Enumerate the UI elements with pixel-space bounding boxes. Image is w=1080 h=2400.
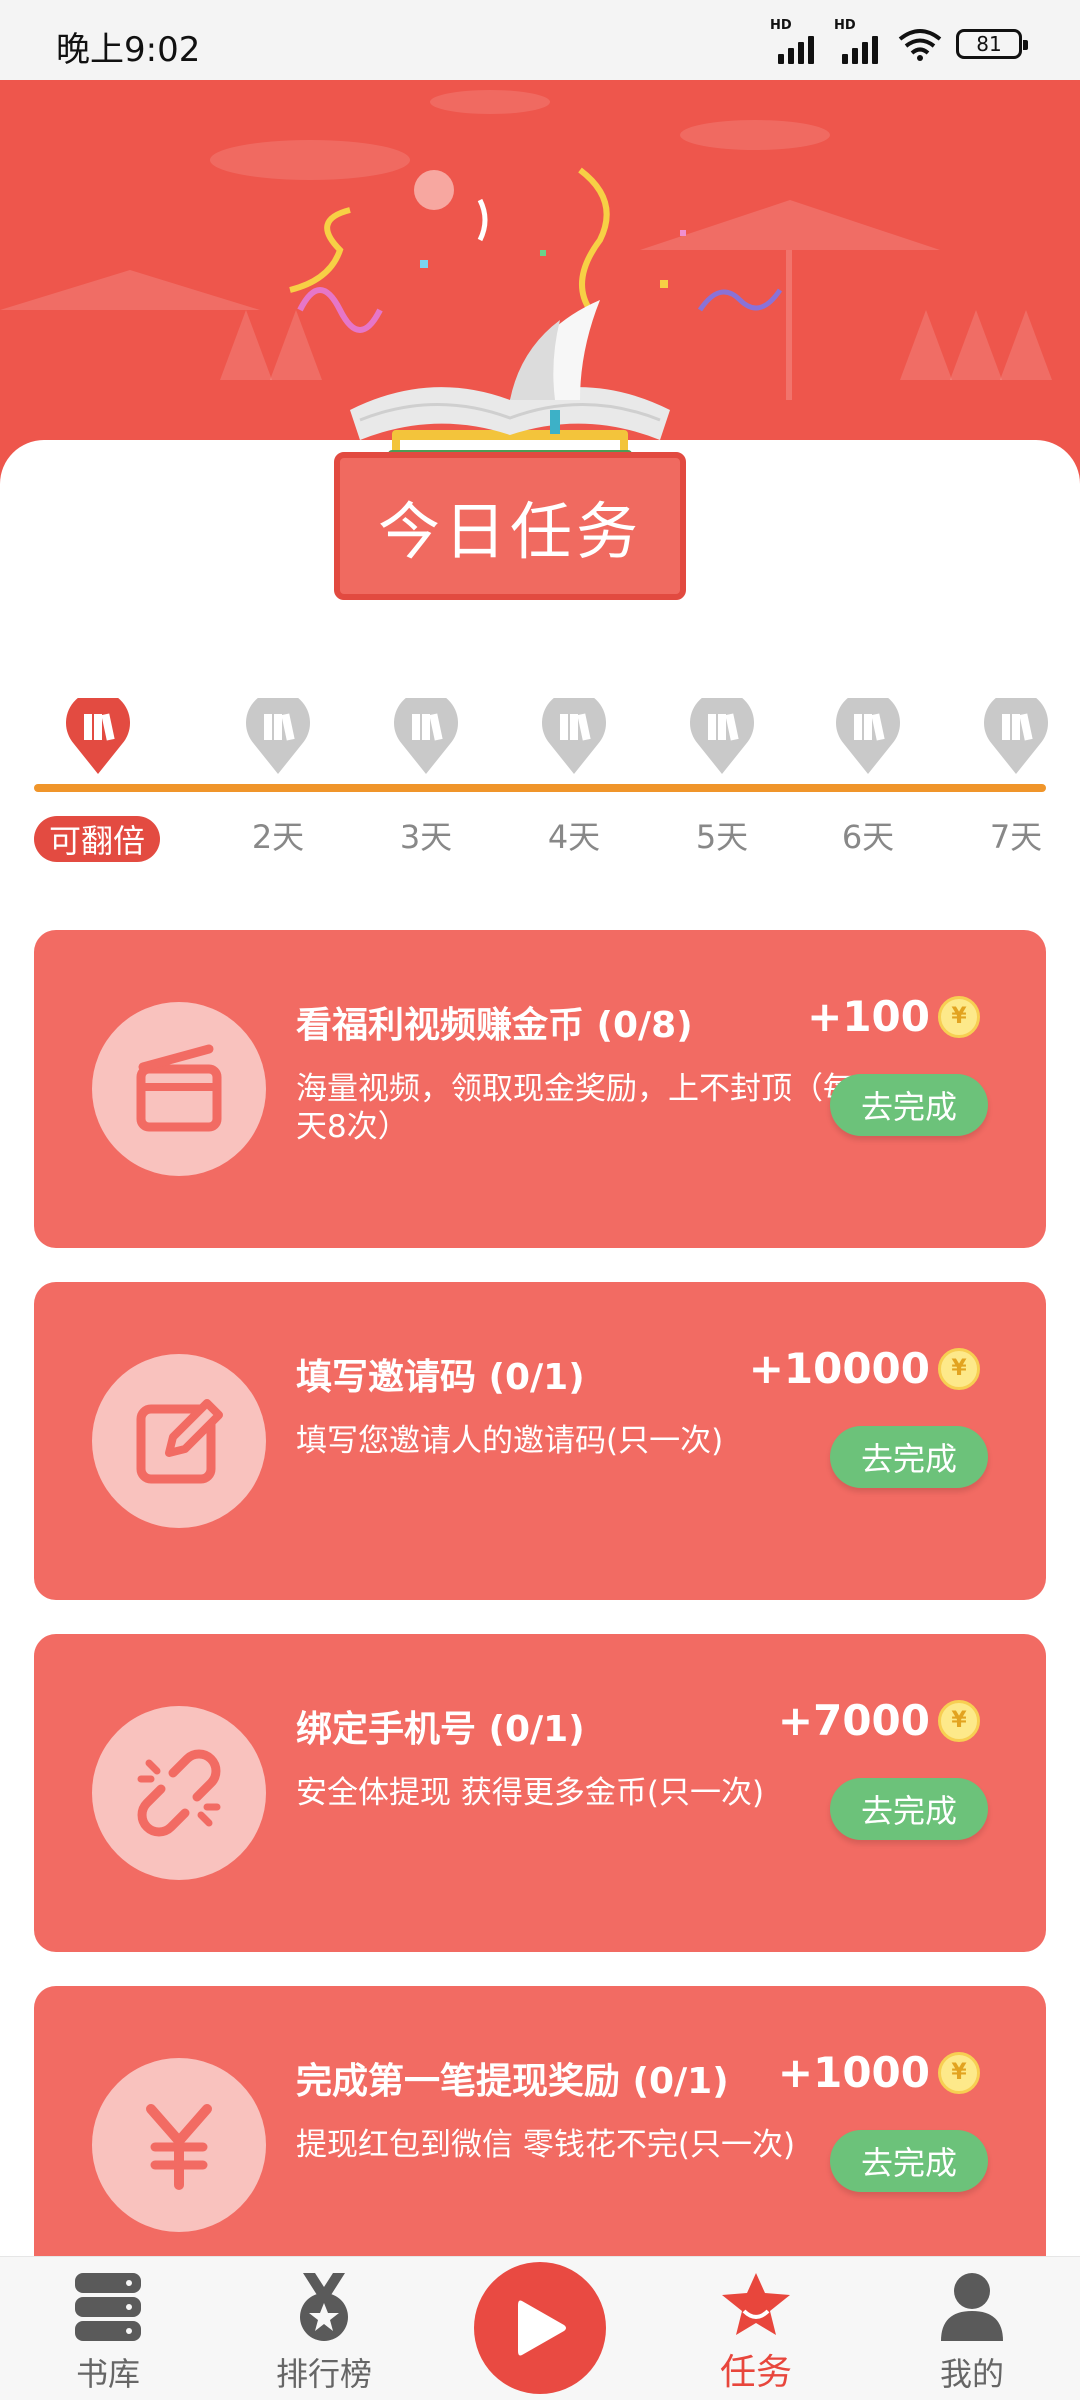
checkin-progress-track	[34, 784, 1046, 792]
task-card: 绑定手机号 (0/1) 安全体提现 获得更多金币(只一次) +7000 ¥ 去完…	[34, 1634, 1046, 1952]
nav-label: 任务	[719, 2352, 792, 2393]
double-reward-label: 可翻倍	[48, 822, 145, 860]
task-card: 填写邀请码 (0/1) 填写您邀请人的邀请码(只一次) +10000 ¥ 去完成	[34, 1282, 1046, 1600]
task-title: 填写邀请码 (0/1)	[296, 1357, 585, 1398]
play-button[interactable]	[474, 2262, 606, 2394]
task-title: 看福利视频赚金币 (0/8)	[296, 1005, 693, 1046]
coin-icon: ¥	[938, 2051, 980, 2094]
star-icon	[722, 2273, 790, 2335]
task-title: 完成第一笔提现奖励 (0/1)	[296, 2061, 729, 2102]
hd-label: HD	[770, 18, 792, 33]
day-label: 2天	[251, 818, 305, 856]
task-description: 填写您邀请人的邀请码(只一次)	[296, 1423, 724, 1459]
nav-item-library[interactable]: 书库	[38, 2271, 178, 2395]
checkin-pin-active	[66, 698, 130, 774]
day-label: 3天	[399, 818, 453, 856]
tree-decoration	[900, 310, 952, 380]
checkin-pin	[984, 698, 1048, 774]
task-description: 提现红包到微信 零钱花不完(只一次)	[296, 2127, 796, 2163]
signal-icon: HD	[770, 18, 820, 64]
broken-link-icon	[137, 1749, 221, 1837]
checkin-pin	[836, 698, 900, 774]
hd-label: HD	[834, 18, 856, 33]
user-icon	[941, 2273, 1003, 2341]
task-description: 海量视频，领取现金奖励，上不封顶（每天8次）	[296, 1071, 854, 1145]
today-tasks-title: 今日任务	[334, 452, 686, 600]
task-reward: +7000 ¥	[778, 1696, 980, 1745]
task-reward: +10000 ¥	[749, 1344, 980, 1393]
checkin-pin	[246, 698, 310, 774]
signal-icon: HD	[834, 18, 884, 64]
reward-amount: +100	[807, 992, 930, 1041]
yuan-icon	[146, 2104, 212, 2190]
nav-label: 排行榜	[275, 2355, 372, 2393]
task-icon-wrapper	[92, 1706, 266, 1880]
battery-icon: 81	[956, 29, 1028, 59]
task-reward: +1000 ¥	[778, 2048, 980, 2097]
go-complete-button[interactable]: 去完成	[830, 1074, 988, 1136]
edit-icon	[136, 1399, 223, 1484]
day-label: 6天	[841, 818, 895, 856]
cloud-decoration	[430, 90, 550, 114]
nav-label: 书库	[75, 2355, 140, 2393]
task-icon-wrapper	[92, 1002, 266, 1176]
double-reward-badge: 可翻倍	[34, 816, 160, 862]
task-card: 看福利视频赚金币 (0/8) 海量视频，领取现金奖励，上不封顶（每天8次） +1…	[34, 930, 1046, 1248]
task-icon-wrapper	[92, 1354, 266, 1528]
reward-amount: +7000	[777, 1696, 930, 1745]
task-title: 绑定手机号 (0/1)	[296, 1709, 585, 1750]
medal-icon	[300, 2273, 348, 2341]
day-label: 7天	[989, 818, 1043, 856]
tree-decoration	[950, 310, 1002, 380]
go-complete-button[interactable]: 去完成	[830, 2130, 988, 2192]
checkin-pin	[690, 698, 754, 774]
video-ticket-icon	[136, 1044, 222, 1132]
nav-item-ranking[interactable]: 排行榜	[254, 2271, 394, 2395]
wifi-icon	[898, 29, 942, 61]
task-icon-wrapper	[92, 2058, 266, 2232]
tree-decoration	[1000, 310, 1052, 380]
go-complete-button[interactable]: 去完成	[830, 1778, 988, 1840]
status-icons: HD HD 81	[770, 18, 1028, 64]
play-icon	[518, 2300, 566, 2356]
coin-icon: ¥	[938, 1699, 980, 1742]
nav-item-mine[interactable]: 我的	[902, 2271, 1042, 2395]
task-reward: +100 ¥	[807, 992, 980, 1041]
page-title: 今日任务	[377, 495, 642, 568]
status-time: 晚上9:02	[56, 30, 201, 70]
reward-amount: +10000	[748, 1344, 930, 1393]
battery-level: 81	[976, 32, 1002, 56]
nav-label: 我的	[939, 2355, 1004, 2393]
coin-icon: ¥	[938, 1347, 980, 1390]
task-description: 安全体提现 获得更多金币(只一次)	[296, 1775, 765, 1811]
checkin-pin	[542, 698, 606, 774]
day-label: 5天	[695, 818, 749, 856]
day-label: 4天	[547, 818, 601, 856]
status-bar: 晚上9:02 HD HD 81	[0, 0, 1080, 80]
reward-amount: +1000	[777, 2048, 930, 2097]
checkin-pin	[394, 698, 458, 774]
bookshelf-icon	[75, 2273, 141, 2341]
go-complete-button[interactable]: 去完成	[830, 1426, 988, 1488]
nav-item-tasks[interactable]: 任务	[686, 2271, 826, 2395]
coin-icon: ¥	[938, 995, 980, 1038]
